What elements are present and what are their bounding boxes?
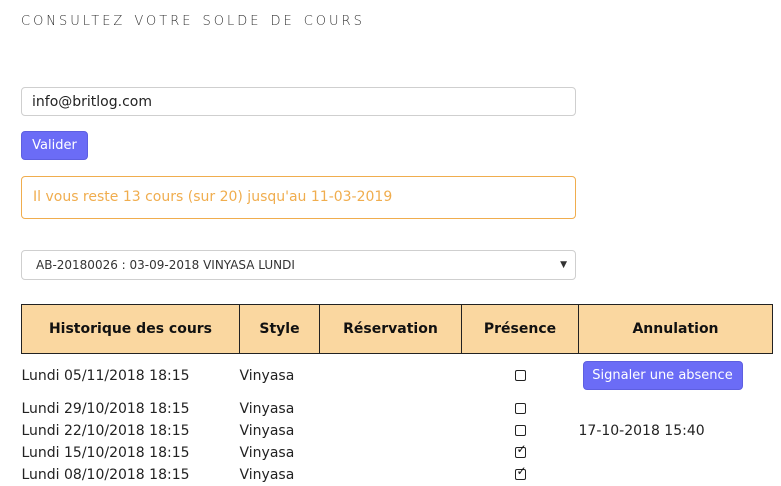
presence-cell: ✓ [462, 442, 579, 464]
course-reservation [320, 398, 462, 420]
course-date: Lundi 22/10/2018 18:15 [21, 422, 190, 439]
course-reservation [320, 420, 462, 442]
presence-checkbox-checked: ✓ [514, 465, 527, 480]
course-style: Vinyasa [239, 422, 295, 439]
report-absence-button[interactable]: Signaler une absence [582, 361, 743, 391]
annulation-cell [579, 398, 773, 420]
dropdown-arrow-icon: ▼ [560, 260, 567, 270]
table-row: Lundi 29/10/2018 18:15 Vinyasa [22, 398, 773, 420]
table-row: Lundi 22/10/2018 18:15 Vinyasa 17-10-201… [22, 420, 773, 442]
checkmark-icon: ✓ [516, 442, 527, 456]
header-style: Style [239, 304, 320, 354]
course-style: Vinyasa [239, 400, 295, 417]
checkmark-icon: ✓ [516, 464, 527, 478]
page-title: Consultez votre solde de cours [21, 8, 365, 30]
course-reservation [320, 464, 462, 486]
course-style: Vinyasa [239, 367, 295, 384]
table-header-row: Historique des cours Style Réservation P… [21, 304, 773, 354]
course-date: Lundi 29/10/2018 18:15 [21, 400, 190, 417]
course-style: Vinyasa [239, 466, 295, 483]
presence-checkbox-checked: ✓ [514, 443, 527, 458]
subscription-select[interactable]: AB-20180026 : 03-09-2018 VINYASA LUNDI ▼ [21, 250, 576, 280]
presence-checkbox-unchecked [514, 370, 526, 382]
header-history: Historique des cours [21, 304, 240, 354]
presence-cell [462, 398, 579, 420]
email-input[interactable] [21, 87, 576, 116]
header-annulation: Annulation [578, 304, 773, 354]
presence-cell [462, 354, 579, 398]
course-reservation [320, 354, 462, 398]
presence-checkbox-unchecked [514, 403, 526, 414]
header-presence: Présence [461, 304, 579, 354]
presence-cell: ✓ [462, 464, 579, 486]
annulation-date: 17-10-2018 15:40 [578, 422, 705, 439]
course-history-table: Historique des cours Style Réservation P… [21, 304, 773, 486]
course-style: Vinyasa [239, 444, 295, 461]
course-date: Lundi 15/10/2018 18:15 [21, 444, 190, 461]
subscription-select-value: AB-20180026 : 03-09-2018 VINYASA LUNDI [36, 258, 295, 272]
annulation-cell: Signaler une absence [579, 354, 773, 398]
table-row: Lundi 05/11/2018 18:15 Vinyasa Signaler … [22, 354, 773, 398]
annulation-cell [579, 442, 773, 464]
annulation-cell [579, 464, 773, 486]
balance-alert: Il vous reste 13 cours (sur 20) jusqu'au… [21, 176, 576, 219]
course-date: Lundi 05/11/2018 18:15 [21, 367, 190, 384]
presence-cell [462, 420, 579, 442]
validate-button[interactable]: Valider [21, 131, 88, 160]
table-row: Lundi 15/10/2018 18:15 Vinyasa ✓ [22, 442, 773, 464]
table-row: Lundi 08/10/2018 18:15 Vinyasa ✓ [22, 464, 773, 486]
presence-checkbox-unchecked [514, 425, 526, 436]
course-reservation [320, 442, 462, 464]
course-date: Lundi 08/10/2018 18:15 [21, 466, 190, 483]
header-reservation: Réservation [319, 304, 462, 354]
